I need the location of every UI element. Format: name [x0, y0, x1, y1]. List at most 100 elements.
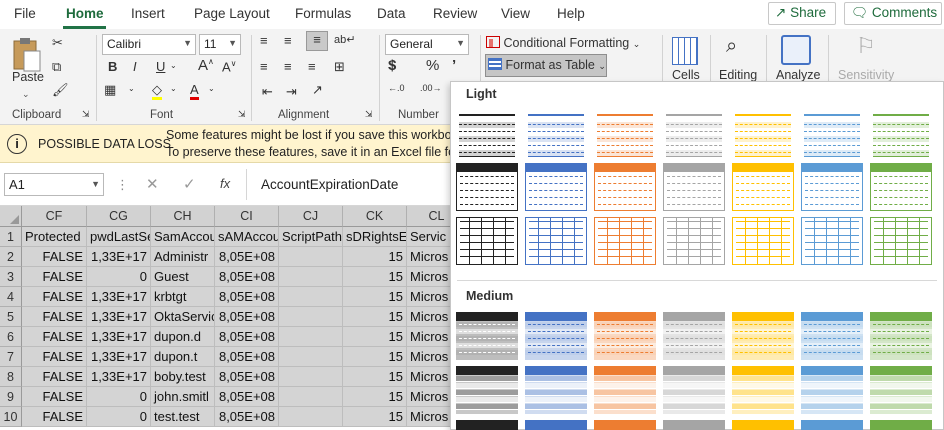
table-style-thumbnail[interactable] — [663, 163, 725, 211]
comma-style-icon[interactable]: ’ — [452, 57, 456, 74]
fill-color-icon[interactable]: ◇ — [152, 82, 162, 100]
name-box[interactable]: A1 ▼ — [4, 173, 104, 196]
table-cell[interactable]: 8,05E+08 — [215, 307, 279, 327]
table-cell[interactable]: sDRightsE — [343, 227, 407, 247]
table-cell[interactable] — [279, 387, 343, 407]
table-style-thumbnail[interactable] — [870, 217, 932, 265]
table-cell[interactable]: test.test — [151, 407, 215, 427]
alignment-launcher-icon[interactable]: ⇲ — [365, 109, 373, 120]
row-header[interactable]: 4 — [0, 287, 22, 307]
select-all-corner[interactable] — [0, 206, 22, 227]
borders-icon[interactable]: ▦ — [104, 82, 116, 98]
percent-icon[interactable]: % — [426, 57, 439, 74]
table-style-thumbnail[interactable] — [525, 217, 587, 265]
format-as-table-button[interactable]: Format as Table ⌄ — [485, 54, 607, 77]
table-cell[interactable]: FALSE — [22, 347, 87, 367]
table-cell[interactable]: FALSE — [22, 247, 87, 267]
table-cell[interactable]: dupon.t — [151, 347, 215, 367]
table-style-thumbnail[interactable] — [870, 420, 932, 430]
table-cell[interactable]: pwdLastSe — [87, 227, 151, 247]
tab-home[interactable]: Home — [66, 6, 104, 21]
table-cell[interactable]: 0 — [87, 407, 151, 427]
table-cell[interactable]: 15 — [343, 407, 407, 427]
table-cell[interactable] — [279, 307, 343, 327]
table-cell[interactable]: 15 — [343, 367, 407, 387]
table-style-thumbnail[interactable] — [801, 312, 863, 360]
table-style-thumbnail[interactable] — [732, 312, 794, 360]
increase-font-icon[interactable]: A∧ — [198, 57, 214, 74]
font-launcher-icon[interactable]: ⇲ — [238, 109, 246, 120]
font-size-box[interactable]: 11 ▼ — [199, 34, 241, 55]
table-cell[interactable]: 15 — [343, 287, 407, 307]
table-style-thumbnail[interactable] — [801, 366, 863, 414]
bold-button[interactable]: B — [108, 59, 117, 74]
table-cell[interactable] — [279, 267, 343, 287]
table-cell[interactable]: FALSE — [22, 327, 87, 347]
tab-page-layout[interactable]: Page Layout — [194, 6, 270, 21]
tab-data[interactable]: Data — [377, 6, 406, 21]
table-style-thumbnail[interactable] — [801, 110, 863, 158]
table-cell[interactable]: ScriptPath — [279, 227, 343, 247]
table-cell[interactable] — [279, 327, 343, 347]
table-style-thumbnail[interactable] — [732, 110, 794, 158]
column-header-cg[interactable]: CG — [87, 206, 151, 227]
align-bottom-icon[interactable]: ≡ — [306, 31, 328, 51]
copy-icon[interactable]: ⧉ — [52, 59, 61, 75]
font-color-icon[interactable]: A — [190, 82, 199, 100]
underline-button[interactable]: U — [156, 59, 165, 74]
table-cell[interactable]: john.smitl — [151, 387, 215, 407]
row-header[interactable]: 6 — [0, 327, 22, 347]
table-cell[interactable]: 1,33E+17 — [87, 307, 151, 327]
table-style-thumbnail[interactable] — [456, 217, 518, 265]
tab-insert[interactable]: Insert — [131, 6, 165, 21]
table-style-thumbnail[interactable] — [801, 420, 863, 430]
row-header[interactable]: 10 — [0, 407, 22, 427]
sensitivity-icon[interactable]: ⚐ — [856, 33, 876, 59]
table-style-thumbnail[interactable] — [663, 217, 725, 265]
font-color-dropdown-icon[interactable]: ⌄ — [208, 84, 215, 93]
paste-button[interactable]: Paste — [12, 70, 44, 84]
cancel-icon[interactable]: ✕ — [146, 175, 159, 193]
table-style-thumbnail[interactable] — [594, 420, 656, 430]
table-style-thumbnail[interactable] — [870, 366, 932, 414]
accounting-format-icon[interactable]: 💲︎ — [388, 57, 396, 74]
tab-formulas[interactable]: Formulas — [295, 6, 351, 21]
table-style-thumbnail[interactable] — [456, 366, 518, 414]
align-top-icon[interactable]: ≡ — [260, 33, 268, 48]
table-style-thumbnail[interactable] — [663, 366, 725, 414]
insert-function-icon[interactable]: fx — [220, 176, 230, 191]
table-cell[interactable]: 15 — [343, 327, 407, 347]
decrease-indent-icon[interactable]: ⇤ — [262, 84, 273, 100]
italic-button[interactable]: I — [133, 59, 137, 74]
table-cell[interactable]: 8,05E+08 — [215, 267, 279, 287]
cells-icon[interactable] — [672, 37, 698, 65]
row-header[interactable]: 9 — [0, 387, 22, 407]
table-style-thumbnail[interactable] — [456, 420, 518, 430]
borders-dropdown-icon[interactable]: ⌄ — [128, 84, 135, 93]
row-header[interactable]: 3 — [0, 267, 22, 287]
table-style-thumbnail[interactable] — [456, 110, 518, 158]
table-style-thumbnail[interactable] — [870, 312, 932, 360]
tab-file[interactable]: File — [14, 6, 36, 21]
table-cell[interactable]: 1,33E+17 — [87, 347, 151, 367]
enter-icon[interactable]: ✓ — [183, 175, 196, 193]
align-center-icon[interactable]: ≡ — [284, 59, 292, 74]
table-cell[interactable] — [279, 407, 343, 427]
table-cell[interactable]: FALSE — [22, 307, 87, 327]
table-style-thumbnail[interactable] — [525, 420, 587, 430]
table-style-thumbnail[interactable] — [732, 163, 794, 211]
tab-review[interactable]: Review — [433, 6, 477, 21]
align-left-icon[interactable]: ≡ — [260, 59, 268, 74]
table-cell[interactable]: FALSE — [22, 267, 87, 287]
table-style-thumbnail[interactable] — [525, 312, 587, 360]
format-painter-icon[interactable]: 🖌︎ — [52, 82, 69, 98]
table-cell[interactable]: 8,05E+08 — [215, 407, 279, 427]
sensitivity-button[interactable]: Sensitivity — [838, 68, 894, 82]
table-cell[interactable]: 15 — [343, 387, 407, 407]
table-cell[interactable]: 8,05E+08 — [215, 327, 279, 347]
table-cell[interactable]: SamAccou — [151, 227, 215, 247]
table-style-thumbnail[interactable] — [663, 110, 725, 158]
table-cell[interactable]: 15 — [343, 307, 407, 327]
table-cell[interactable] — [279, 367, 343, 387]
merge-center-icon[interactable]: ⊞ — [334, 59, 345, 75]
